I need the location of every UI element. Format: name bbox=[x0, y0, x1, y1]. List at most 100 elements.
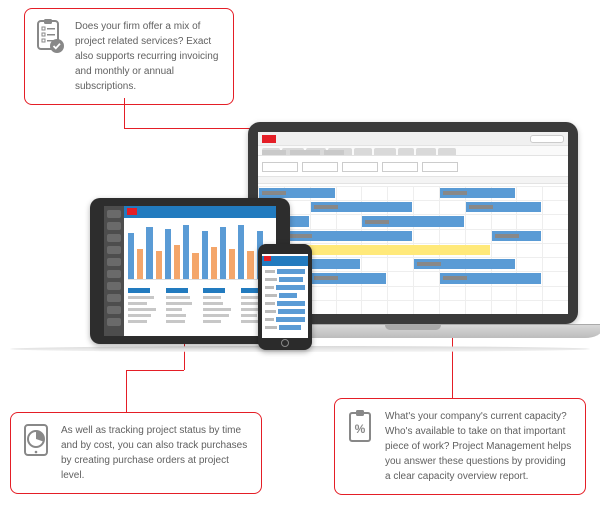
list-item-label bbox=[265, 286, 274, 289]
pointer-line bbox=[126, 370, 127, 412]
filter-input[interactable] bbox=[422, 162, 458, 172]
nav-tab[interactable] bbox=[354, 148, 372, 155]
phone-bar-list bbox=[262, 266, 308, 333]
breadcrumb-item[interactable] bbox=[324, 150, 344, 155]
sidebar-item[interactable] bbox=[107, 318, 121, 326]
gantt-bar-label bbox=[314, 205, 338, 209]
callout-bottom-left-text: As well as tracking project status by ti… bbox=[61, 423, 249, 483]
chart-bar bbox=[211, 247, 217, 279]
table-cell bbox=[203, 302, 223, 305]
list-item bbox=[265, 269, 305, 274]
list-item-label bbox=[265, 294, 277, 297]
phone-device bbox=[258, 244, 312, 350]
tablet-pie-icon bbox=[21, 423, 51, 459]
gantt-bar-label bbox=[314, 276, 338, 280]
sidebar-item[interactable] bbox=[107, 306, 121, 314]
table-cell bbox=[128, 302, 147, 305]
chart-bar bbox=[202, 231, 208, 279]
sidebar-item[interactable] bbox=[107, 294, 121, 302]
chart-bar bbox=[238, 225, 244, 279]
brand-logo bbox=[264, 256, 271, 261]
breadcrumb-item[interactable] bbox=[290, 150, 320, 155]
app-header bbox=[258, 132, 568, 146]
chart-bar bbox=[247, 251, 253, 279]
gantt-bar-label bbox=[443, 191, 467, 195]
pointer-line bbox=[124, 98, 125, 128]
nav-tab[interactable] bbox=[398, 148, 414, 155]
filter-row bbox=[262, 162, 564, 174]
filter-input[interactable] bbox=[262, 162, 298, 172]
callout-bottom-right: % What's your company's current capacity… bbox=[334, 398, 586, 495]
breadcrumb bbox=[262, 150, 344, 155]
gantt-bar-label bbox=[417, 262, 441, 266]
table-cell bbox=[166, 314, 187, 317]
sidebar-item[interactable] bbox=[107, 246, 121, 254]
table-cell bbox=[166, 320, 185, 323]
table-column bbox=[166, 288, 198, 334]
list-item-label bbox=[265, 270, 275, 273]
list-item-bar bbox=[279, 293, 297, 298]
list-item bbox=[265, 293, 305, 298]
table-column-header bbox=[203, 288, 225, 293]
callout-bottom-right-text: What's your company's current capacity? … bbox=[385, 409, 573, 484]
callout-top: Does your firm offer a mix of project re… bbox=[24, 8, 234, 105]
table-cell bbox=[166, 296, 191, 299]
callout-top-text: Does your firm offer a mix of project re… bbox=[75, 19, 221, 94]
list-item bbox=[265, 285, 305, 290]
search-input[interactable] bbox=[530, 135, 564, 143]
chart-bar bbox=[137, 249, 143, 279]
list-item bbox=[265, 301, 305, 306]
chart-bar bbox=[128, 233, 134, 279]
brand-logo bbox=[262, 135, 276, 143]
nav-tab[interactable] bbox=[416, 148, 436, 155]
sidebar-item[interactable] bbox=[107, 270, 121, 278]
table-cell bbox=[203, 320, 221, 323]
nav-tab[interactable] bbox=[374, 148, 396, 155]
table-cell bbox=[166, 308, 182, 311]
list-item-label bbox=[265, 318, 274, 321]
chart-bar bbox=[183, 225, 189, 279]
table-cell bbox=[203, 308, 231, 311]
breadcrumb-item[interactable] bbox=[262, 150, 286, 155]
chart-bar bbox=[229, 249, 235, 279]
chart-bar bbox=[220, 227, 226, 279]
table-column bbox=[128, 288, 160, 334]
gantt-bar-label bbox=[288, 234, 312, 238]
gantt-bar-label bbox=[365, 220, 389, 224]
brand-logo bbox=[127, 208, 137, 215]
list-item-label bbox=[265, 302, 275, 305]
gantt-bar-label bbox=[443, 276, 467, 280]
sidebar-item[interactable] bbox=[107, 210, 121, 218]
filter-input[interactable] bbox=[342, 162, 378, 172]
table-cell bbox=[241, 314, 257, 317]
list-item-label bbox=[265, 278, 277, 281]
list-item-bar bbox=[277, 301, 305, 306]
table-column-header bbox=[166, 288, 188, 293]
chart-bar bbox=[174, 245, 180, 279]
svg-text:%: % bbox=[355, 422, 366, 436]
list-item-label bbox=[265, 326, 277, 329]
list-item-bar bbox=[276, 285, 305, 290]
phone-app-window bbox=[262, 254, 308, 338]
table-cell bbox=[166, 302, 193, 305]
list-item-bar bbox=[279, 277, 303, 282]
list-item-label bbox=[265, 310, 276, 313]
table-cell bbox=[203, 296, 221, 299]
filter-input[interactable] bbox=[382, 162, 418, 172]
nav-tab[interactable] bbox=[438, 148, 456, 155]
pointer-line bbox=[126, 370, 184, 371]
gantt-header bbox=[258, 176, 568, 184]
sidebar-item[interactable] bbox=[107, 282, 121, 290]
home-button-icon bbox=[281, 339, 289, 347]
chart-bar bbox=[192, 253, 198, 279]
list-item bbox=[265, 325, 305, 330]
phone-header bbox=[262, 256, 308, 266]
checklist-check-icon bbox=[35, 19, 65, 55]
chart-bar bbox=[165, 229, 171, 279]
sidebar-item[interactable] bbox=[107, 234, 121, 242]
filter-input[interactable] bbox=[302, 162, 338, 172]
list-item bbox=[265, 309, 305, 314]
sidebar-item[interactable] bbox=[107, 258, 121, 266]
table-column-header bbox=[128, 288, 150, 293]
sidebar-item[interactable] bbox=[107, 222, 121, 230]
